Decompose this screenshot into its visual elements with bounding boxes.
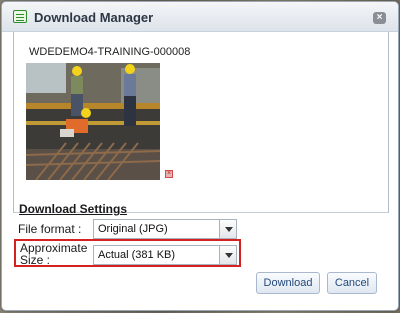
approximate-size-value: Actual (381 KB) xyxy=(98,249,176,261)
download-settings-heading: Download Settings xyxy=(19,202,127,216)
remove-icon[interactable]: × xyxy=(165,170,173,178)
download-manager-dialog: Download Manager × WDEDEMO4-TRAINING-000… xyxy=(1,1,399,311)
asset-name: WDEDEMO4-TRAINING-000008 xyxy=(29,46,191,58)
chevron-down-icon[interactable] xyxy=(219,246,236,264)
asset-preview-panel: WDEDEMO4-TRAINING-000008 × xyxy=(13,32,389,212)
chevron-down-icon[interactable] xyxy=(219,220,236,238)
size-label-line2: Size : xyxy=(20,253,51,267)
download-manager-icon xyxy=(13,10,27,23)
file-format-value: Original (JPG) xyxy=(98,223,168,235)
download-button[interactable]: Download xyxy=(256,272,320,294)
dialog-titlebar: Download Manager × xyxy=(2,2,398,32)
dialog-title: Download Manager xyxy=(34,10,154,25)
close-icon[interactable]: × xyxy=(373,12,386,24)
cancel-button[interactable]: Cancel xyxy=(327,272,377,294)
file-format-label: File format : xyxy=(18,222,82,236)
asset-thumbnail xyxy=(26,63,160,180)
file-format-select[interactable]: Original (JPG) xyxy=(93,219,237,239)
download-settings-panel: Download Settings File format : Original… xyxy=(13,202,389,310)
approximate-size-select[interactable]: Actual (381 KB) xyxy=(93,245,237,265)
